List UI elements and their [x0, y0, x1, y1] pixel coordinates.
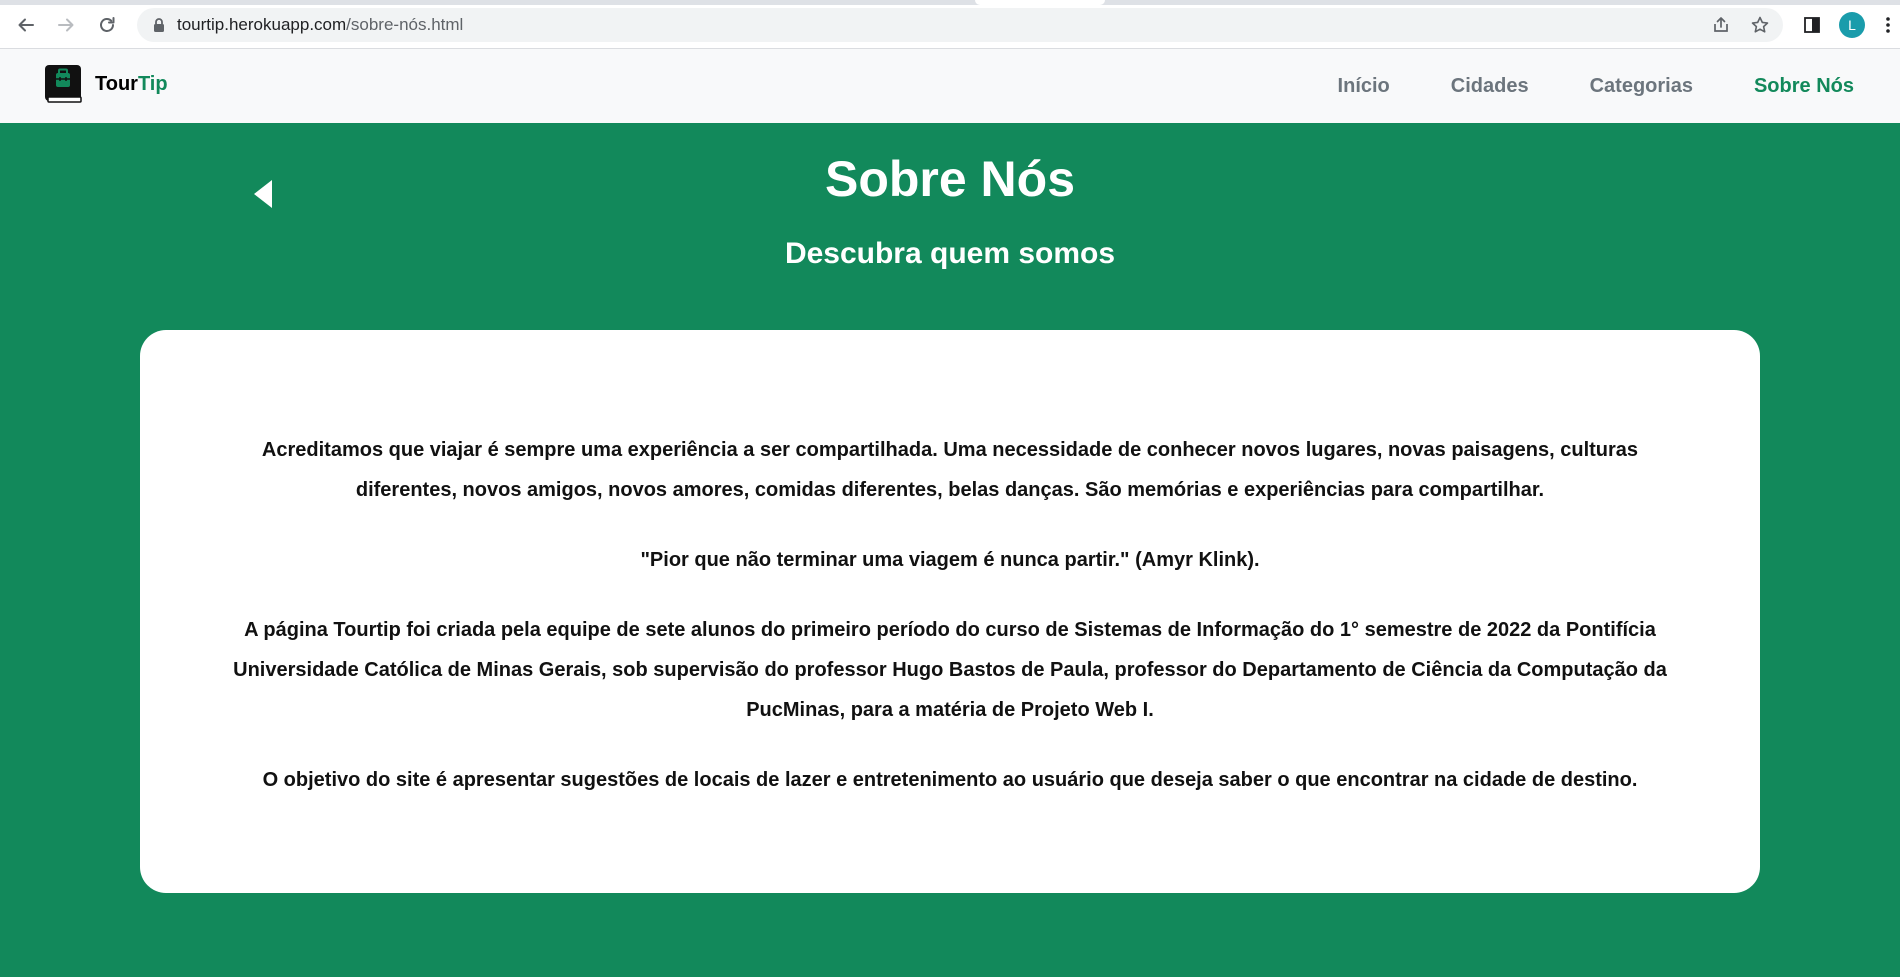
back-button[interactable] [12, 11, 40, 39]
nav-link-sobre-nos[interactable]: Sobre Nós [1754, 75, 1854, 98]
about-paragraph-intro: Acreditamos que viajar é sempre uma expe… [261, 439, 1639, 501]
nav-links: Início Cidades Categorias Sobre Nós [1277, 49, 1854, 123]
nav-link-categorias[interactable]: Categorias [1590, 75, 1693, 98]
about-paragraph-goal: O objetivo do site é apresentar sugestõe… [262, 769, 1638, 791]
lock-icon[interactable] [151, 17, 167, 33]
about-card: Acreditamos que viajar é sempre uma expe… [140, 330, 1760, 893]
active-tab[interactable] [975, 0, 1105, 5]
menu-button[interactable] [1880, 13, 1896, 37]
address-bar[interactable]: tourtip.herokuapp.com/sobre-nós.html [137, 8, 1783, 42]
nav-link-cidades[interactable]: Cidades [1451, 75, 1529, 98]
tab-strip [0, 0, 1900, 5]
back-icon [18, 18, 34, 32]
brand-logo-link[interactable]: TourTip [44, 64, 168, 104]
about-paragraph-quote: "Pior que não terminar uma viagem é nunc… [640, 549, 1260, 571]
profile-avatar[interactable]: L [1839, 12, 1865, 38]
forward-icon [58, 18, 74, 32]
side-panel-button[interactable] [1800, 13, 1824, 37]
page-subtitle: Descubra quem somos [784, 237, 1116, 270]
menu-dots-icon [1886, 17, 1890, 33]
url-text[interactable]: tourtip.herokuapp.com/sobre-nós.html [177, 8, 463, 42]
share-icon[interactable] [1711, 15, 1731, 35]
side-panel-icon [1804, 17, 1820, 33]
page-title: Sobre Nós [824, 151, 1076, 207]
browser-toolbar: tourtip.herokuapp.com/sobre-nós.html L [0, 0, 1900, 49]
about-paragraph-team: A página Tourtip foi criada pela equipe … [233, 619, 1667, 721]
brand-name: TourTip [95, 73, 168, 96]
reload-button[interactable] [93, 11, 121, 39]
site-navbar: TourTip Início Cidades Categorias Sobre … [0, 49, 1900, 123]
forward-button[interactable] [52, 11, 80, 39]
brand-name-accent: Tip [137, 72, 168, 95]
brand-name-main: Tour [95, 72, 138, 95]
star-icon[interactable] [1750, 15, 1770, 35]
url-path: /sobre-nós.html [346, 15, 464, 34]
nav-link-inicio[interactable]: Início [1338, 75, 1390, 98]
reload-icon [100, 17, 115, 32]
suitcase-book-icon [45, 65, 82, 103]
url-host: tourtip.herokuapp.com [177, 15, 347, 34]
